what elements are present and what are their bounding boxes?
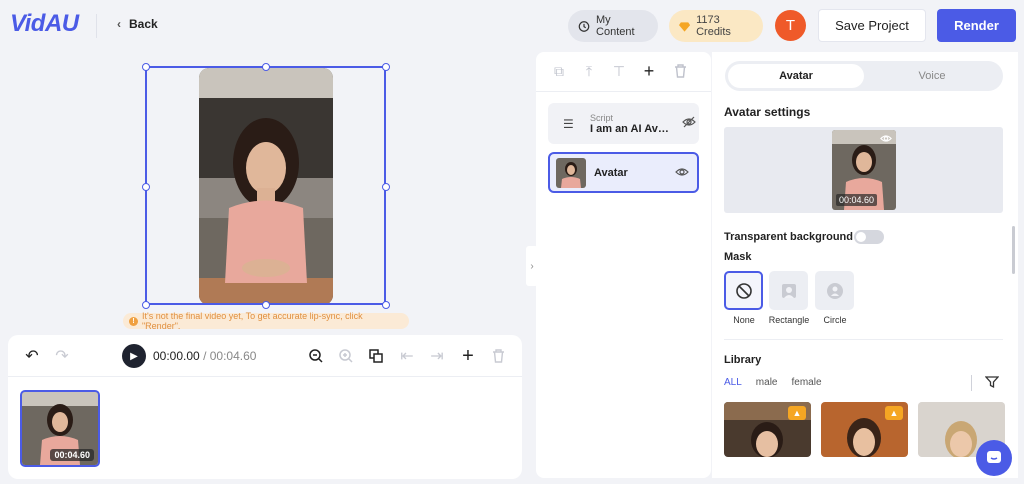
premium-crown-icon: ▲ [788, 406, 806, 420]
top-bar: VidAU ‹ Back My Content 1173 Credits T S… [0, 0, 1024, 52]
credits-label: 1173 Credits [696, 14, 731, 38]
transparent-background-toggle[interactable] [854, 230, 884, 244]
render-warning-text: It's not the final video yet, To get acc… [141, 311, 363, 331]
gem-icon [679, 21, 691, 32]
library-label: Library [724, 354, 762, 366]
chat-support-button[interactable] [976, 440, 1012, 476]
filter-icon[interactable] [984, 375, 1000, 394]
circle-person-icon [826, 282, 843, 299]
vidau-logo[interactable]: VidAU [10, 10, 79, 38]
preview-eye-icon[interactable] [880, 134, 892, 146]
filter-all[interactable]: ALL [724, 377, 742, 388]
timeline-toolbar: ↶ ↷ ▶ 00:00.00 / 00:04.60 ⇤ ⇥ + [8, 335, 522, 377]
filter-male[interactable]: male [756, 377, 778, 388]
video-canvas: ! It's not the final video yet, To get a… [0, 52, 530, 332]
mask-label: Mask [724, 251, 752, 263]
play-button[interactable]: ▶ [122, 344, 146, 368]
resize-handle-w[interactable] [142, 183, 150, 191]
align-icon[interactable]: ⊤ [610, 62, 628, 80]
total-duration: 00:04.60 [209, 349, 257, 363]
zoom-out-icon[interactable] [306, 346, 326, 366]
render-warning: ! It's not the final video yet, To get a… [123, 311, 409, 331]
avatar-preview-thumb[interactable]: 00:04.60 [832, 130, 896, 210]
my-content-button[interactable]: My Content [568, 10, 658, 42]
settings-panel: Avatar Voice Avatar settings 00:04.60 Tr… [712, 52, 1018, 478]
settings-scrollbar[interactable] [1012, 226, 1015, 274]
filter-female[interactable]: female [791, 377, 821, 388]
layer-avatar-thumb [556, 157, 586, 188]
resize-handle-se[interactable] [382, 301, 390, 309]
layers-toolbar: ⧉ ⤒ ⊤ + [536, 52, 711, 92]
script-icon: ☰ [563, 116, 574, 131]
back-button[interactable]: ‹ Back [117, 17, 158, 31]
layer-avatar-title: Avatar [594, 166, 628, 179]
add-icon[interactable]: + [458, 345, 478, 367]
save-project-button[interactable]: Save Project [818, 9, 926, 42]
toggle-knob [856, 232, 866, 242]
premium-crown-icon: ▲ [885, 406, 903, 420]
undo-icon[interactable]: ↶ [22, 346, 42, 366]
clock-icon [578, 20, 590, 32]
duplicate-icon[interactable] [366, 346, 386, 366]
header-divider [96, 14, 97, 38]
chevron-left-icon: ‹ [117, 17, 121, 31]
library-avatar-card[interactable]: ▲ [724, 402, 811, 457]
tab-voice[interactable]: Voice [864, 64, 1000, 88]
layer-script-title: I am an AI Avatar [590, 122, 674, 135]
settings-tabs: Avatar Voice [725, 61, 1003, 91]
selection-box[interactable] [145, 66, 386, 305]
current-time: 00:00.00 [153, 349, 200, 363]
eye-icon[interactable] [675, 164, 689, 182]
user-avatar[interactable]: T [775, 10, 806, 41]
tab-avatar[interactable]: Avatar [728, 64, 864, 88]
transparent-background-label: Transparent background [724, 231, 853, 243]
add-layer-icon[interactable]: + [640, 61, 658, 81]
section-divider [724, 339, 1003, 340]
chat-icon [987, 451, 1001, 463]
split-right-icon[interactable]: ⇥ [427, 346, 447, 366]
delete-icon[interactable] [488, 346, 508, 366]
time-display: 00:00.00 / 00:04.60 [153, 349, 256, 363]
credits-badge[interactable]: 1173 Credits [669, 10, 763, 42]
my-content-label: My Content [596, 14, 635, 38]
info-icon: ! [129, 316, 138, 326]
timeline-panel: ↶ ↷ ▶ 00:00.00 / 00:04.60 ⇤ ⇥ + 00:04.60 [8, 335, 522, 479]
zoom-in-icon[interactable] [336, 346, 356, 366]
mask-none-option[interactable] [724, 271, 763, 310]
redo-icon[interactable]: ↷ [52, 346, 72, 366]
filter-divider [971, 375, 972, 391]
rectangle-person-icon [781, 283, 796, 298]
mask-circle-option[interactable] [815, 271, 854, 310]
mask-circle-label: Circle [823, 315, 847, 325]
layers-panel: ⧉ ⤒ ⊤ + ☰ Script I am an AI Avatar Avata… [536, 52, 711, 478]
resize-handle-nw[interactable] [142, 63, 150, 71]
avatar-preview: 00:04.60 [724, 127, 1003, 213]
resize-handle-n[interactable] [262, 63, 270, 71]
library-filters: ALL male female [724, 377, 822, 388]
bring-front-icon[interactable]: ⤒ [580, 62, 598, 80]
ban-icon [735, 282, 752, 299]
timeline-clip[interactable]: 00:04.60 [20, 390, 100, 467]
trash-icon[interactable] [671, 62, 689, 80]
split-left-icon[interactable]: ⇤ [397, 346, 417, 366]
mask-rectangle-option[interactable] [769, 271, 808, 310]
layer-script-subtitle: Script [590, 112, 614, 123]
resize-handle-sw[interactable] [142, 301, 150, 309]
resize-handle-s[interactable] [262, 301, 270, 309]
resize-handle-ne[interactable] [382, 63, 390, 71]
layer-script[interactable]: ☰ Script I am an AI Avatar [548, 103, 699, 144]
time-separator: / [203, 349, 207, 363]
collapse-panel-toggle[interactable]: › [526, 246, 538, 286]
resize-handle-e[interactable] [382, 183, 390, 191]
layer-avatar[interactable]: Avatar [548, 152, 699, 193]
library-avatar-card[interactable]: ▲ [821, 402, 908, 457]
back-label: Back [129, 17, 158, 31]
copy-icon[interactable]: ⧉ [550, 62, 568, 80]
avatar-settings-title: Avatar settings [724, 105, 811, 119]
preview-duration: 00:04.60 [836, 194, 878, 206]
eye-off-icon[interactable] [682, 115, 696, 133]
clip-duration: 00:04.60 [50, 449, 94, 461]
render-button[interactable]: Render [937, 9, 1016, 42]
